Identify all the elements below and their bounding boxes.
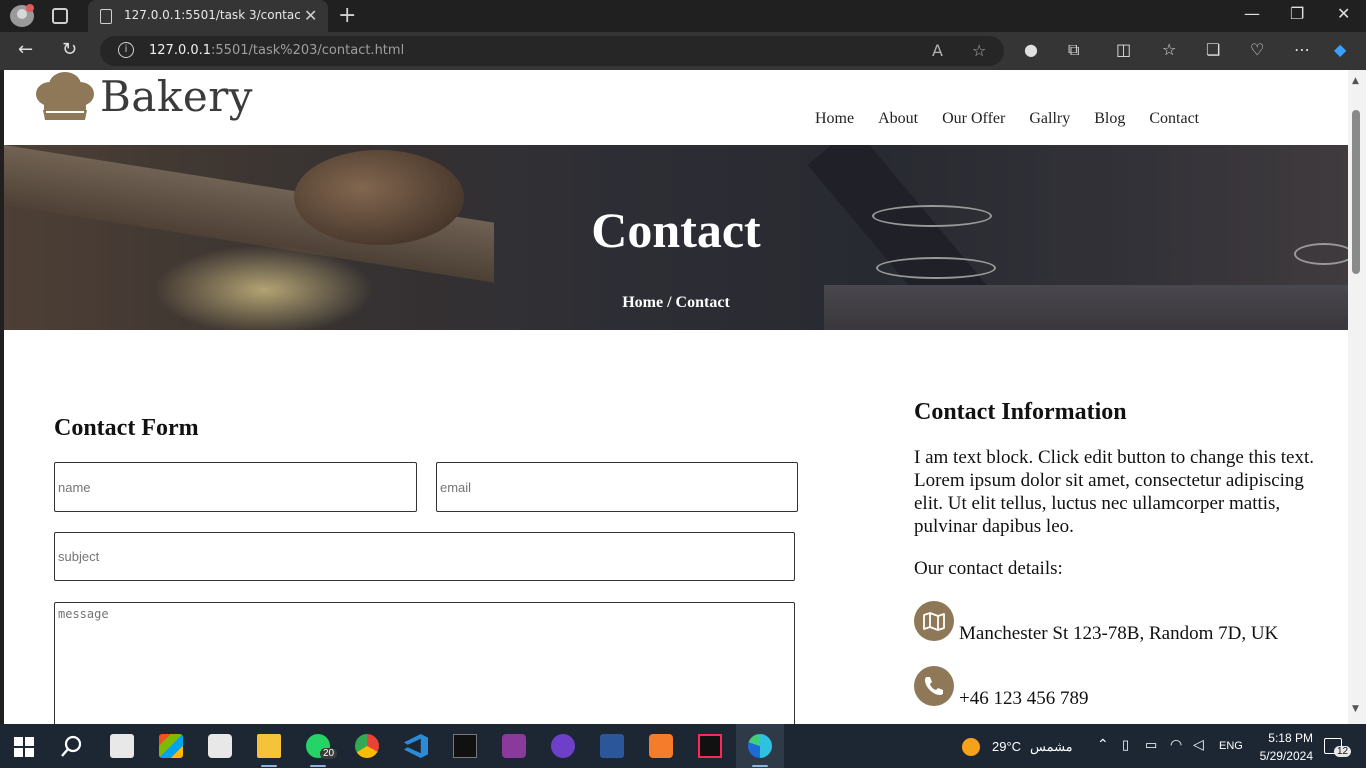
copilot-icon[interactable]: ◆ bbox=[1334, 40, 1346, 59]
new-tab-button[interactable]: + bbox=[338, 3, 356, 28]
phone-icon-glyph bbox=[925, 677, 943, 695]
browser-toolbar: ← ↻ i 127.0.0.1:5501/task%203/contact.ht… bbox=[0, 32, 1366, 70]
notifications-badge: 12 bbox=[1334, 746, 1352, 757]
pdf-app-icon[interactable] bbox=[502, 734, 526, 758]
whatsapp-badge: 20 bbox=[320, 748, 338, 759]
read-aloud-icon[interactable]: A bbox=[932, 41, 943, 60]
clock-time[interactable]: 5:18 PM bbox=[1261, 731, 1313, 745]
map-icon-glyph bbox=[923, 612, 945, 631]
site-info-icon[interactable]: i bbox=[118, 42, 134, 58]
running-indicator bbox=[752, 765, 768, 767]
scroll-up-arrow-icon[interactable]: ▲ bbox=[1352, 76, 1359, 86]
more-menu-icon[interactable]: ⋯ bbox=[1294, 40, 1310, 59]
extensions-puzzle-icon[interactable]: ⧉ bbox=[1068, 40, 1079, 60]
collections-icon[interactable]: ❏ bbox=[1206, 40, 1220, 59]
back-icon[interactable]: ← bbox=[18, 39, 33, 60]
wifi-icon[interactable]: ◠ bbox=[1170, 736, 1182, 753]
url-path: :5501/task%203/contact.html bbox=[211, 43, 405, 58]
volume-icon[interactable]: ◁ bbox=[1193, 736, 1204, 753]
menu-item-about[interactable]: About bbox=[878, 110, 918, 128]
search-icon[interactable] bbox=[60, 734, 84, 758]
hero-title: Contact bbox=[591, 202, 761, 258]
page-viewport: Bakery Home About Our Offer Gallry Blog … bbox=[4, 70, 1348, 724]
windows-taskbar: 20 29°C مشمس ⌃ ▯ ▭ ◠ ◁ ENG 5:18 PM 5/29/… bbox=[0, 724, 1366, 768]
message-textarea[interactable] bbox=[54, 602, 795, 724]
contact-info-title: Contact Information bbox=[914, 399, 1127, 425]
terminal-icon[interactable] bbox=[453, 734, 477, 758]
browser-tab-active[interactable]: 127.0.0.1:5501/task 3/contact.html ✕ bbox=[88, 0, 328, 32]
scroll-down-arrow-icon[interactable]: ▼ bbox=[1352, 704, 1359, 714]
close-window-button[interactable]: ✕ bbox=[1337, 4, 1350, 23]
xampp-icon[interactable] bbox=[649, 734, 673, 758]
chef-hat-logo-icon[interactable] bbox=[34, 72, 96, 124]
contact-form-title: Contact Form bbox=[54, 415, 199, 441]
email-input[interactable] bbox=[436, 462, 798, 512]
address-text: Manchester St 123-78B, Random 7D, UK bbox=[959, 623, 1279, 644]
main-menu: Home About Our Offer Gallry Blog Contact bbox=[815, 110, 1223, 128]
menu-item-gallery[interactable]: Gallry bbox=[1029, 110, 1070, 128]
word-icon[interactable] bbox=[600, 734, 624, 758]
weather-sun-icon[interactable] bbox=[962, 738, 980, 756]
running-indicator bbox=[310, 765, 326, 767]
chrome-icon[interactable] bbox=[355, 734, 379, 758]
edge-icon[interactable] bbox=[748, 734, 772, 758]
scroll-thumb[interactable] bbox=[1352, 110, 1360, 274]
profile-status-dot bbox=[26, 4, 34, 12]
tab-actions-icon[interactable] bbox=[52, 8, 68, 24]
browser-tab-bar: 127.0.0.1:5501/task 3/contact.html ✕ + —… bbox=[0, 0, 1366, 32]
name-input[interactable] bbox=[54, 462, 417, 512]
phone-text[interactable]: +46 123 456 789 bbox=[959, 688, 1088, 710]
subject-input[interactable] bbox=[54, 532, 795, 581]
mail-icon[interactable] bbox=[110, 734, 134, 758]
camera-icon[interactable] bbox=[208, 734, 232, 758]
windows-start-icon[interactable] bbox=[14, 737, 34, 757]
refresh-icon[interactable]: ↻ bbox=[62, 39, 77, 60]
store-icon[interactable] bbox=[159, 734, 183, 758]
breadcrumb[interactable]: Home / Contact bbox=[4, 294, 1348, 312]
temperature[interactable]: 29°C bbox=[992, 739, 1021, 754]
contact-info-text: I am text block. Click edit button to ch… bbox=[914, 447, 1314, 537]
menu-item-contact[interactable]: Contact bbox=[1149, 110, 1199, 128]
favorite-star-icon[interactable]: ☆ bbox=[972, 41, 986, 60]
weather-label[interactable]: مشمس bbox=[1030, 739, 1073, 755]
minimize-button[interactable]: — bbox=[1244, 4, 1260, 23]
url-text[interactable]: 127.0.0.1:5501/task%203/contact.html bbox=[149, 43, 404, 58]
url-host: 127.0.0.1 bbox=[149, 43, 212, 58]
tab-close-icon[interactable]: ✕ bbox=[304, 6, 317, 25]
page-scrollbar[interactable]: ▲ ▼ bbox=[1348, 70, 1366, 724]
menu-item-our-offer[interactable]: Our Offer bbox=[942, 110, 1005, 128]
site-header: Bakery Home About Our Offer Gallry Blog … bbox=[4, 70, 1348, 145]
hero-banner: Contact Home / Contact bbox=[4, 145, 1348, 330]
phone-icon bbox=[914, 666, 954, 706]
performance-icon[interactable]: ♡ bbox=[1250, 40, 1264, 59]
address-bar[interactable]: i 127.0.0.1:5501/task%203/contact.html A… bbox=[100, 36, 1004, 66]
chevron-up-icon[interactable]: ⌃ bbox=[1097, 736, 1109, 753]
vscode-icon[interactable] bbox=[404, 734, 428, 758]
running-indicator bbox=[261, 765, 277, 767]
intellij-icon[interactable] bbox=[698, 734, 722, 758]
device-icon[interactable]: ▯ bbox=[1122, 737, 1129, 753]
menu-item-home[interactable]: Home bbox=[815, 110, 854, 128]
battery-icon[interactable]: ▭ bbox=[1145, 737, 1157, 753]
extension-color-icon[interactable]: ● bbox=[1024, 40, 1038, 59]
favorites-icon[interactable]: ☆ bbox=[1162, 40, 1176, 59]
github-icon[interactable] bbox=[551, 734, 575, 758]
tab-title: 127.0.0.1:5501/task 3/contact.html bbox=[124, 8, 300, 22]
map-icon bbox=[914, 601, 954, 641]
contact-section: Contact Form Contact Information I am te… bbox=[4, 330, 1348, 724]
contact-details-label: Our contact details: bbox=[914, 558, 1063, 579]
language-indicator[interactable]: ENG bbox=[1219, 740, 1243, 752]
file-explorer-icon[interactable] bbox=[257, 734, 281, 758]
menu-item-blog[interactable]: Blog bbox=[1094, 110, 1125, 128]
logo-text[interactable]: Bakery bbox=[100, 72, 253, 121]
maximize-button[interactable]: ❐ bbox=[1290, 4, 1304, 23]
page-icon bbox=[100, 9, 112, 24]
clock-date[interactable]: 5/29/2024 bbox=[1253, 749, 1313, 763]
split-screen-icon[interactable]: ◫ bbox=[1116, 40, 1131, 59]
